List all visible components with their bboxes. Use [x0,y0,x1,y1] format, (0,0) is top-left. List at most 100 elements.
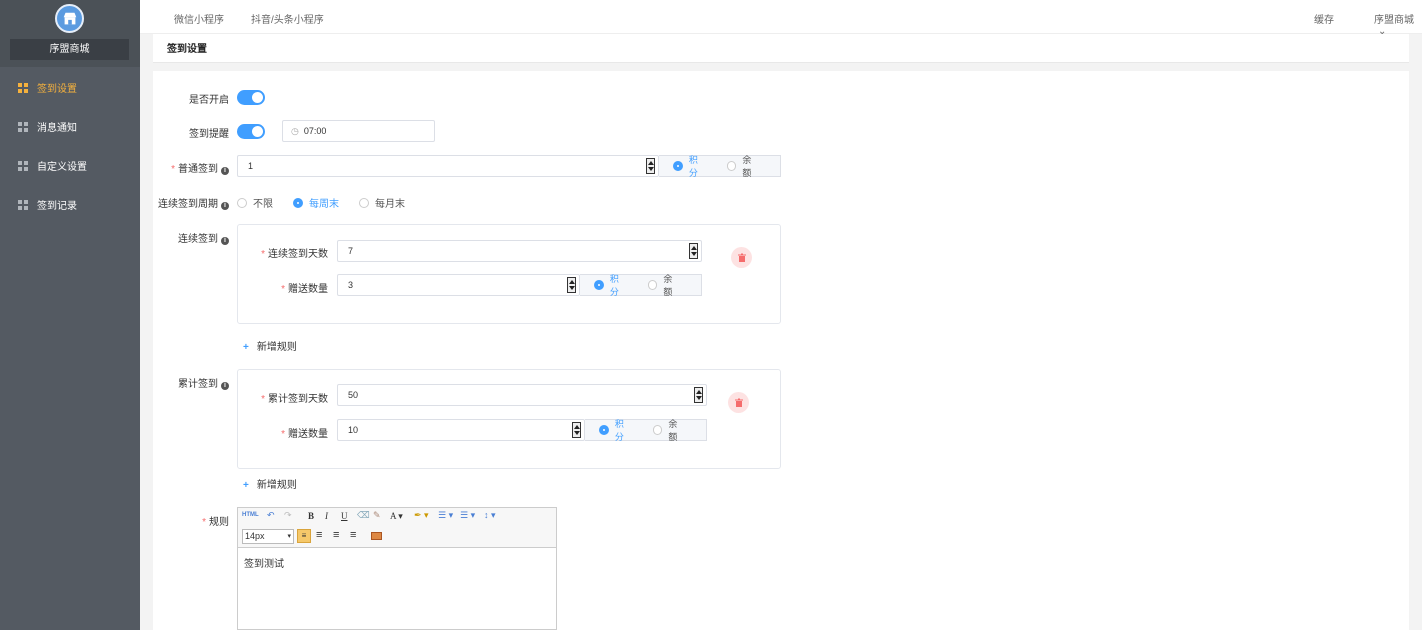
number-stepper[interactable] [567,277,576,293]
undo-icon[interactable]: ↶ [267,510,275,521]
enable-switch[interactable] [237,90,265,105]
continuous-days-input[interactable]: 7 [337,240,702,262]
remind-switch[interactable] [237,124,265,139]
info-icon: i [221,382,229,390]
number-stepper[interactable] [646,158,655,174]
rules-text: 规则 [209,517,229,528]
radio-label: 每月末 [375,199,405,210]
normal-checkin-label: * 普通签到 i [160,160,229,175]
remind-label: 签到提醒 [189,129,229,140]
remind-time-picker[interactable]: ◷ 07:00 [282,120,435,142]
number-stepper[interactable] [694,387,703,403]
html-source-icon[interactable]: HTML [242,512,259,518]
align-left-icon[interactable]: ≡ [297,529,311,543]
unordered-list-icon[interactable]: ☰ ▾ [460,510,475,521]
radio-cycle-unlimited[interactable]: 不限 [237,195,273,210]
grid-icon [18,160,28,171]
radio-cycle-weekend[interactable]: 每周末 [293,195,339,210]
grid-icon [18,199,28,210]
grid-icon [18,82,28,93]
cache-button[interactable]: 缓存 [1314,11,1334,26]
font-size-value: 14px [245,531,265,541]
trash-icon [734,398,743,407]
radio-balance[interactable]: 余额 [652,417,687,443]
rules-label: * 规则 [190,513,229,528]
image-icon[interactable] [371,532,382,540]
radio-points-label: 积分 [688,155,698,178]
underline-icon[interactable]: U [341,511,348,521]
highlight-icon[interactable]: ✒ ▾ [414,510,429,521]
tab-wechat-miniprogram[interactable]: 微信小程序 [174,11,224,26]
radio-cycle-monthend[interactable]: 每月末 [359,195,405,210]
rich-text-editor[interactable]: HTML ↶ ↷ B I U ⌫ ✎ A ▾ ✒ ▾ ☰ ▾ ☰ ▾ ↕ ▾ 1… [237,507,557,630]
info-icon: i [221,167,229,175]
continuous-days-text: 连续签到天数 [268,249,328,260]
sidebar-item-label: 自定义设置 [37,162,87,173]
sidebar-item-checkin-settings[interactable]: 签到设置 [0,68,140,107]
radio-points[interactable]: 积分 [673,153,707,179]
align-justify-icon[interactable]: ≡ [350,529,356,541]
continuous-label: 连续签到 i [160,230,229,245]
cumulative-days-label: * 累计签到天数 [250,390,328,405]
info-icon: i [221,202,229,210]
redo-icon[interactable]: ↷ [284,510,292,521]
sidebar-item-notifications[interactable]: 消息通知 [0,107,140,146]
add-cumulative-rule-button[interactable]: + 新增规则 [243,476,297,491]
continuous-gift-label: * 赠送数量 [260,280,328,295]
normal-checkin-input[interactable]: 1 [237,155,659,177]
continuous-gift-input[interactable]: 3 [337,274,580,296]
align-right-icon[interactable]: ≡ [333,529,339,541]
cumulative-gift-text: 赠送数量 [288,429,328,440]
radio-balance[interactable]: 余额 [647,272,682,298]
top-bar: 微信小程序 抖音/头条小程序 缓存 序盟商城 ⌄ [140,0,1422,37]
sidebar: 序盟商城 签到设置 消息通知 自定义设置 签到记录 [0,0,140,630]
line-height-icon[interactable]: ↕ ▾ [484,510,496,521]
chevron-down-icon: ▾ [287,533,291,540]
number-stepper[interactable] [572,422,581,438]
info-icon: i [221,237,229,245]
delete-cumulative-rule-button[interactable] [728,392,749,413]
bold-icon[interactable]: B [308,511,314,521]
cumulative-text: 累计签到 [178,379,218,390]
radio-points[interactable]: 积分 [599,417,633,443]
align-center-icon[interactable]: ≡ [316,529,322,541]
sidebar-item-checkin-records[interactable]: 签到记录 [0,185,140,224]
number-stepper[interactable] [689,243,698,259]
plus-icon: + [243,480,249,491]
shop-name[interactable]: 序盟商城 [10,39,129,60]
radio-balance-label: 余额 [663,274,673,297]
radio-points-label: 积分 [614,419,624,442]
required-mark: * [261,394,265,405]
ordered-list-icon[interactable]: ☰ ▾ [438,510,453,521]
eraser-icon[interactable]: ⌫ [357,510,370,521]
format-painter-icon[interactable]: ✎ [373,510,381,521]
continuous-days-label: * 连续签到天数 [250,245,328,260]
delete-continuous-rule-button[interactable] [731,247,752,268]
tab-douyin-miniprogram[interactable]: 抖音/头条小程序 [251,11,324,26]
radio-points[interactable]: 积分 [594,272,628,298]
page-header: 签到设置 [153,34,1409,63]
font-size-select[interactable]: 14px ▾ [242,529,294,544]
radio-balance-label: 余额 [668,419,678,442]
grid-icon [18,121,28,132]
normal-checkin-text: 普通签到 [178,164,218,175]
add-continuous-rule-button[interactable]: + 新增规则 [243,338,297,353]
shop-logo-icon [55,4,84,33]
cumulative-gift-input[interactable]: 10 [337,419,585,441]
continuous-text: 连续签到 [178,234,218,245]
required-mark: * [202,517,206,528]
cumulative-days-value: 50 [348,390,359,400]
continuous-days-value: 7 [348,246,354,256]
cumulative-days-input[interactable]: 50 [337,384,707,406]
editor-content[interactable]: 签到测试 [244,555,284,570]
italic-icon[interactable]: I [325,511,328,521]
sidebar-header: 序盟商城 [0,0,140,67]
continuous-gift-value: 3 [348,280,354,290]
font-color-icon[interactable]: A ▾ [390,511,403,522]
page-title: 签到设置 [167,44,207,55]
sidebar-item-label: 签到记录 [37,201,77,212]
sidebar-item-custom-settings[interactable]: 自定义设置 [0,146,140,185]
sidebar-item-label: 签到设置 [37,84,77,95]
radio-balance[interactable]: 余额 [726,153,761,179]
required-mark: * [281,429,285,440]
